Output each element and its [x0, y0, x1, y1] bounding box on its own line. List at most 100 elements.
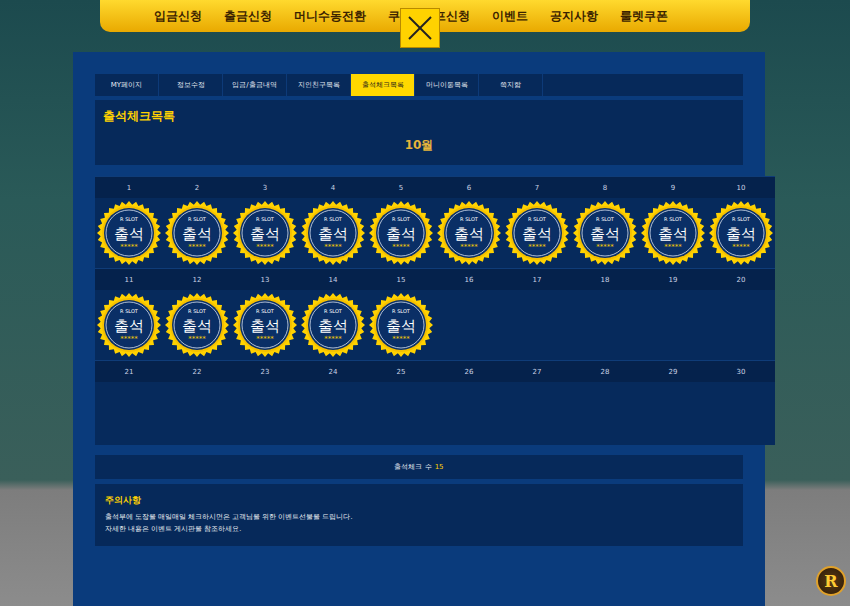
floating-button[interactable]: R [816, 566, 846, 596]
attendance-stamp-icon: R SLOT출석***** [369, 293, 433, 357]
svg-text:R SLOT: R SLOT [256, 216, 275, 222]
notice-title: 주의사항 [105, 494, 733, 507]
svg-text:*****: ***** [120, 335, 138, 343]
day-cell [435, 290, 503, 360]
svg-text:출석: 출석 [386, 225, 416, 243]
svg-text:*****: ***** [188, 243, 206, 251]
page: 입금신청출금신청머니수동전환쿠콤프신청이벤트공지사항룰렛쿠폰MY페이지정보수정입… [0, 0, 850, 606]
attendance-stamp-icon: R SLOT출석***** [301, 201, 365, 265]
svg-text:출석: 출석 [250, 317, 280, 335]
svg-text:출석: 출석 [182, 317, 212, 335]
svg-text:R SLOT: R SLOT [120, 308, 139, 314]
day-cell: R SLOT출석***** [503, 198, 571, 268]
day-cell: R SLOT출석***** [435, 198, 503, 268]
mypage-modal: MY페이지정보수정입금/출금내역지인친구목록출석체크목록머니이동목록쪽지함출석체… [73, 52, 765, 606]
day-cell: R SLOT출석***** [639, 198, 707, 268]
nav-item[interactable]: 입금신청 [154, 9, 202, 24]
svg-text:*****: ***** [324, 243, 342, 251]
day-cell [231, 382, 299, 445]
svg-text:R SLOT: R SLOT [188, 216, 207, 222]
day-cell [639, 290, 707, 360]
svg-text:출석: 출석 [386, 317, 416, 335]
day-number: 7 [503, 177, 571, 198]
nav-item[interactable]: 쿠 [388, 9, 400, 24]
nav-item[interactable]: 룰렛쿠폰 [620, 9, 668, 24]
svg-text:R SLOT: R SLOT [188, 308, 207, 314]
tab[interactable]: 출석체크목록 [351, 74, 415, 96]
month-label: 10월 [103, 137, 735, 154]
attendance-stamp-icon: R SLOT 출석***** [97, 201, 161, 265]
attendance-stamp-icon: R SLOT출석***** [505, 201, 569, 265]
day-number: 9 [639, 177, 707, 198]
tab[interactable]: 정보수정 [159, 74, 223, 96]
notice-line: 출석부에 도장을 매일매일 체크하시면은 고객님을 위한 이벤트선물을 드립니다… [105, 513, 733, 522]
day-cell [163, 382, 231, 445]
day-cell: R SLOT출석***** [231, 290, 299, 360]
svg-text:R SLOT: R SLOT [460, 216, 479, 222]
day-cell: R SLOT출석***** [707, 198, 775, 268]
day-cell [95, 382, 163, 445]
day-number: 2 [163, 177, 231, 198]
day-cell: R SLOT출석***** [95, 290, 163, 360]
day-cell [639, 382, 707, 445]
svg-text:출석: 출석 [114, 225, 144, 243]
tab[interactable]: 입금/출금내역 [223, 74, 287, 96]
day-number: 16 [435, 269, 503, 290]
svg-text:*****: ***** [256, 243, 274, 251]
attendance-stamp-icon: R SLOT출석***** [641, 201, 705, 265]
attendance-calendar: 12345678910R SLOT출석*****R SLOT출석*****R S… [95, 176, 775, 445]
day-number: 14 [299, 269, 367, 290]
day-cell: R SLOT출석***** [367, 290, 435, 360]
nav-item[interactable]: 이벤트 [492, 9, 528, 24]
nav-item[interactable]: 공지사항 [550, 9, 598, 24]
tab[interactable]: 쪽지함 [479, 74, 543, 96]
tab[interactable]: 머니이동목록 [415, 74, 479, 96]
svg-text:*****: ***** [324, 335, 342, 343]
stamp-row: R SLOT출석*****R SLOT출석*****R SLOT출석*****R… [95, 198, 775, 268]
day-cell: R SLOT출석***** [571, 198, 639, 268]
attendance-stamp-icon: R SLOT출석***** [437, 201, 501, 265]
day-number: 15 [367, 269, 435, 290]
day-number: 18 [571, 269, 639, 290]
svg-text:출석: 출석 [182, 225, 212, 243]
svg-text:출석: 출석 [454, 225, 484, 243]
day-number-row: 21222324252627282930 [95, 360, 775, 382]
svg-text:출석: 출석 [522, 225, 552, 243]
svg-text:*****: ***** [120, 243, 138, 251]
day-number-row: 11121314151617181920 [95, 268, 775, 290]
day-cell [707, 290, 775, 360]
day-number: 6 [435, 177, 503, 198]
day-number: 13 [231, 269, 299, 290]
svg-text:R SLOT: R SLOT [664, 216, 683, 222]
tab[interactable]: MY페이지 [95, 74, 159, 96]
day-number: 4 [299, 177, 367, 198]
day-number: 22 [163, 361, 231, 382]
svg-text:R SLOT: R SLOT [120, 216, 139, 222]
day-number: 30 [707, 361, 775, 382]
tab-bar: MY페이지정보수정입금/출금내역지인친구목록출석체크목록머니이동목록쪽지함 [95, 74, 743, 96]
stamp-row: R SLOT출석*****R SLOT출석*****R SLOT출석*****R… [95, 290, 775, 360]
attendance-stamp-icon: R SLOT출석***** [301, 293, 365, 357]
day-cell [299, 382, 367, 445]
nav-item[interactable]: 출금신청 [224, 9, 272, 24]
day-cell [503, 382, 571, 445]
close-icon [406, 14, 434, 42]
nav-item[interactable]: 머니수동전환 [294, 9, 366, 24]
day-number: 23 [231, 361, 299, 382]
svg-text:*****: ***** [392, 243, 410, 251]
day-cell [503, 290, 571, 360]
attendance-stamp-icon: R SLOT 출석***** [165, 201, 229, 265]
attendance-count: 출석체크 수15 [95, 455, 743, 479]
tab[interactable]: 지인친구목록 [287, 74, 351, 96]
svg-text:출석: 출석 [590, 225, 620, 243]
svg-text:*****: ***** [596, 243, 614, 251]
svg-text:R SLOT: R SLOT [392, 308, 411, 314]
attendance-stamp-icon: R SLOT출석***** [369, 201, 433, 265]
day-number: 19 [639, 269, 707, 290]
attendance-stamp-icon: R SLOT출석***** [709, 201, 773, 265]
day-cell [707, 382, 775, 445]
close-button[interactable] [400, 8, 440, 48]
day-number: 21 [95, 361, 163, 382]
svg-text:출석: 출석 [250, 225, 280, 243]
day-number: 29 [639, 361, 707, 382]
